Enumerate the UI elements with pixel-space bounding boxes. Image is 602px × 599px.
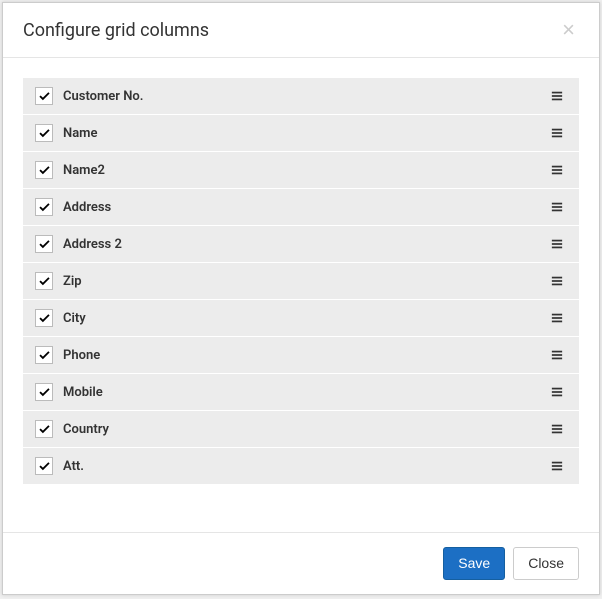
column-label: Name2 [63, 163, 105, 178]
column-item-left: Mobile [35, 383, 103, 401]
close-button[interactable]: Close [513, 547, 579, 580]
column-visibility-checkbox[interactable] [35, 235, 53, 253]
column-item-left: Zip [35, 272, 82, 290]
column-label: Address 2 [63, 237, 122, 252]
column-label: City [63, 311, 86, 326]
column-item[interactable]: City [23, 300, 579, 337]
column-visibility-checkbox[interactable] [35, 420, 53, 438]
column-visibility-checkbox[interactable] [35, 161, 53, 179]
column-label: Customer No. [63, 89, 143, 104]
dialog-title: Configure grid columns [23, 20, 209, 41]
column-item[interactable]: Mobile [23, 374, 579, 411]
close-x-button[interactable]: × [558, 19, 579, 41]
column-item[interactable]: Address [23, 189, 579, 226]
column-item-left: Att. [35, 457, 84, 475]
column-label: Zip [63, 274, 82, 289]
column-item-left: Address 2 [35, 235, 122, 253]
column-visibility-checkbox[interactable] [35, 272, 53, 290]
column-item[interactable]: Phone [23, 337, 579, 374]
column-item-left: Address [35, 198, 111, 216]
column-list: Customer No. Name Name2 Address Address 2 Zip… [23, 78, 579, 485]
column-label: Name [63, 126, 97, 141]
column-label: Phone [63, 348, 100, 363]
drag-handle-icon[interactable] [547, 88, 567, 104]
drag-handle-icon[interactable] [547, 162, 567, 178]
column-item[interactable]: Name [23, 115, 579, 152]
column-label: Country [63, 422, 109, 437]
drag-handle-icon[interactable] [547, 125, 567, 141]
column-item[interactable]: Att. [23, 448, 579, 485]
configure-columns-dialog: Configure grid columns × Customer No. Nam… [2, 2, 600, 595]
column-item-left: City [35, 309, 86, 327]
column-visibility-checkbox[interactable] [35, 309, 53, 327]
column-item-left: Country [35, 420, 109, 438]
dialog-header: Configure grid columns × [3, 3, 599, 58]
column-item-left: Phone [35, 346, 100, 364]
drag-handle-icon[interactable] [547, 458, 567, 474]
column-item[interactable]: Address 2 [23, 226, 579, 263]
column-visibility-checkbox[interactable] [35, 346, 53, 364]
column-visibility-checkbox[interactable] [35, 457, 53, 475]
column-item-left: Name [35, 124, 97, 142]
column-label: Att. [63, 459, 84, 474]
column-item[interactable]: Customer No. [23, 78, 579, 115]
column-visibility-checkbox[interactable] [35, 198, 53, 216]
save-button[interactable]: Save [443, 547, 505, 580]
column-item[interactable]: Name2 [23, 152, 579, 189]
column-item-left: Customer No. [35, 87, 143, 105]
column-item[interactable]: Country [23, 411, 579, 448]
drag-handle-icon[interactable] [547, 199, 567, 215]
drag-handle-icon[interactable] [547, 421, 567, 437]
column-item[interactable]: Zip [23, 263, 579, 300]
drag-handle-icon[interactable] [547, 273, 567, 289]
column-label: Address [63, 200, 111, 215]
drag-handle-icon[interactable] [547, 384, 567, 400]
column-item-left: Name2 [35, 161, 105, 179]
dialog-body: Customer No. Name Name2 Address Address 2 Zip… [3, 58, 599, 532]
dialog-footer: Save Close [3, 532, 599, 594]
drag-handle-icon[interactable] [547, 236, 567, 252]
column-visibility-checkbox[interactable] [35, 383, 53, 401]
drag-handle-icon[interactable] [547, 310, 567, 326]
drag-handle-icon[interactable] [547, 347, 567, 363]
column-visibility-checkbox[interactable] [35, 87, 53, 105]
column-label: Mobile [63, 385, 103, 400]
column-visibility-checkbox[interactable] [35, 124, 53, 142]
